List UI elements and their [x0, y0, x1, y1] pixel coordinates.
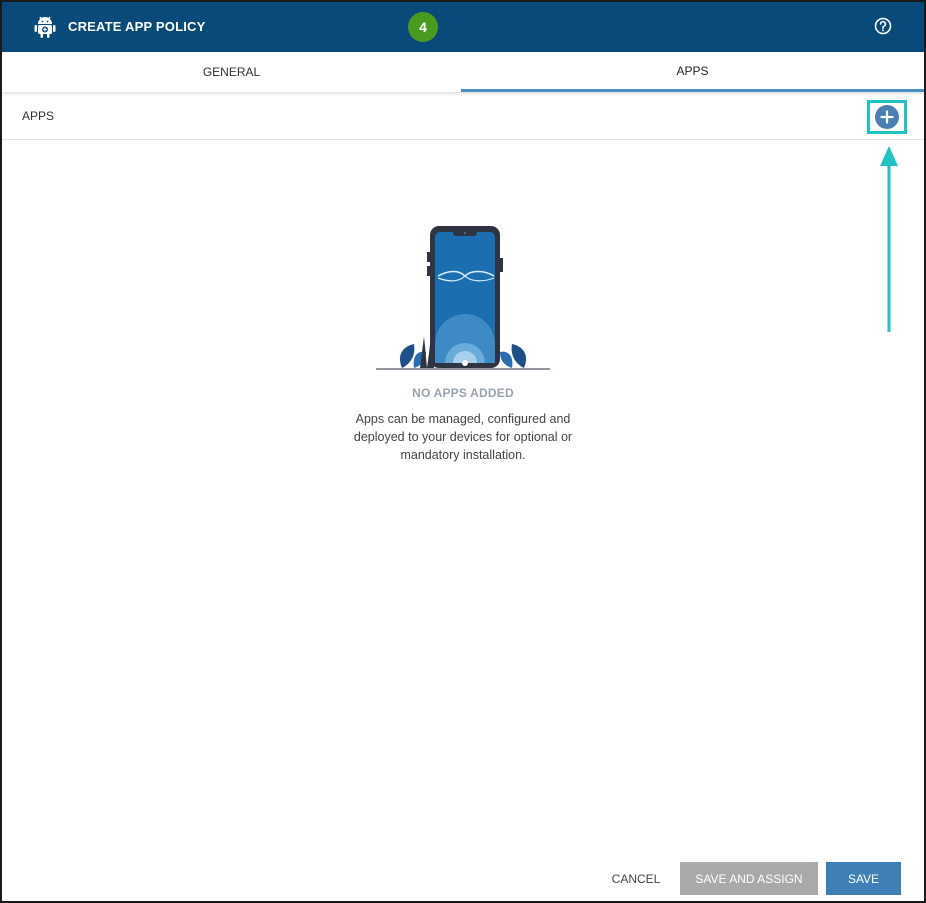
- tab-bar: GENERAL APPS: [2, 52, 924, 92]
- add-app-highlight[interactable]: [867, 100, 907, 134]
- add-app-button[interactable]: [875, 105, 899, 129]
- step-badge: 4: [408, 12, 438, 42]
- app-policy-dialog: CREATE APP POLICY 4 GENERAL APPS APPS NO…: [0, 0, 926, 903]
- plus-circle-icon: [880, 110, 894, 124]
- help-circle-icon[interactable]: [874, 17, 892, 35]
- dialog-title: CREATE APP POLICY: [68, 19, 206, 34]
- dialog-header: CREATE APP POLICY 4: [2, 2, 924, 52]
- phone-illustration-icon: [376, 226, 550, 370]
- section-label: APPS: [22, 109, 55, 123]
- empty-state-title: NO APPS ADDED: [412, 386, 514, 400]
- android-icon: [34, 16, 56, 38]
- tab-apps[interactable]: APPS: [461, 52, 924, 92]
- annotation-arrow-icon: [880, 146, 898, 332]
- save-and-assign-button[interactable]: SAVE AND ASSIGN: [680, 862, 818, 895]
- save-button[interactable]: SAVE: [826, 862, 901, 895]
- apps-section-header: APPS: [2, 92, 924, 140]
- tab-general[interactable]: GENERAL: [2, 52, 461, 92]
- empty-state-description: Apps can be managed, configured and depl…: [353, 412, 573, 462]
- cancel-button[interactable]: CANCEL: [600, 862, 672, 895]
